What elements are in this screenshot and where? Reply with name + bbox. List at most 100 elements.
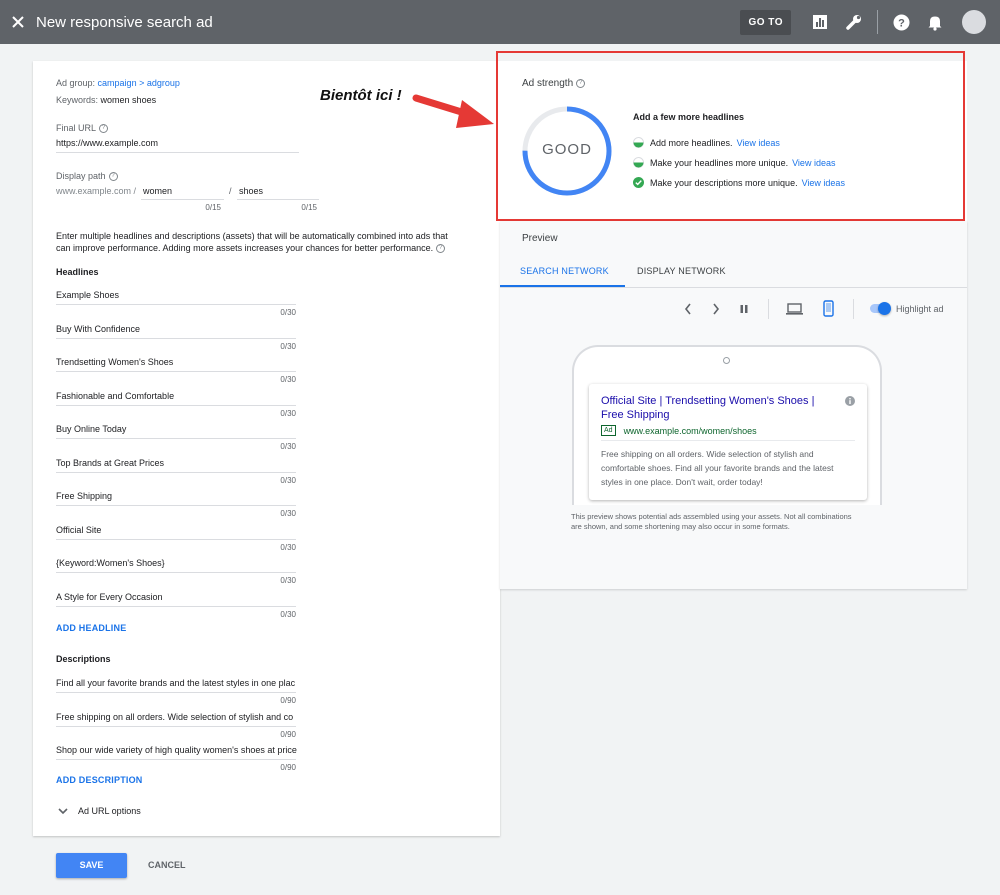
ad-preview: Official Site | Trendsetting Women's Sho… [589, 384, 867, 500]
headline-input[interactable]: Buy Online Today [56, 424, 126, 434]
preview-note-line-2: are shown, and some shortening may also … [571, 522, 790, 531]
help-icon[interactable]: ? [891, 12, 911, 32]
ad-desc-line-2: comfortable shoes. Find all your favorit… [601, 463, 834, 473]
headline-counter: 0/30 [280, 308, 296, 317]
headline-underline [56, 438, 296, 439]
help-circle-icon[interactable]: ? [99, 124, 109, 134]
close-icon[interactable] [2, 0, 34, 44]
ad-description: Free shipping on all orders. Wide select… [601, 447, 833, 489]
headline-input[interactable]: Fashionable and Comfortable [56, 391, 174, 401]
toggle-knob [878, 302, 891, 315]
controls-divider [768, 299, 769, 319]
path2-input[interactable]: shoes [239, 186, 263, 196]
active-tab-indicator [500, 285, 625, 287]
headline-input[interactable]: {Keyword:Women's Shoes} [56, 558, 165, 568]
go-to-button[interactable]: GO TO [740, 9, 791, 35]
tab-search-network[interactable]: SEARCH NETWORK [520, 266, 609, 276]
toolbar-divider [877, 10, 878, 34]
keywords-label: Keywords: [56, 95, 99, 105]
headline-counter: 0/30 [280, 408, 296, 418]
help-circle-icon[interactable]: ? [108, 172, 118, 182]
headline-input[interactable]: Free Shipping [56, 491, 112, 501]
avatar[interactable] [962, 10, 986, 34]
help-circle-icon[interactable]: ? [436, 244, 446, 254]
description-counter: 0/90 [280, 729, 296, 739]
headline-counter: 0/30 [280, 509, 296, 518]
desktop-icon[interactable] [786, 303, 803, 315]
ad-url-options-toggle[interactable]: Ad URL options [58, 806, 141, 816]
description-underline [56, 759, 296, 760]
headline-input[interactable]: Buy With Confidence [56, 324, 140, 334]
svg-text:?: ? [898, 17, 905, 29]
display-path-label-row: Display path? [56, 171, 118, 182]
ad-display-url: www.example.com/women/shoes [623, 425, 757, 436]
ad-headline-line-2: Free Shipping [601, 409, 670, 421]
ad-desc-line-1: Free shipping on all orders. Wide select… [601, 449, 814, 459]
highlight-ad-label: Highlight ad [896, 304, 944, 314]
mobile-icon[interactable] [823, 300, 834, 317]
reports-icon[interactable] [810, 12, 830, 32]
chevron-left-icon[interactable] [684, 303, 692, 315]
headline-input[interactable]: Official Site [56, 525, 101, 535]
cancel-button[interactable]: CANCEL [148, 860, 186, 870]
ad-group-label: Ad group: [56, 78, 96, 88]
preview-note-line-1: This preview shows potential ads assembl… [571, 512, 852, 521]
preview-title: Preview [522, 233, 558, 244]
headline-counter: 0/30 [280, 341, 296, 351]
headline-input[interactable]: Example Shoes [56, 290, 119, 300]
annotation-text: Bientôt ici ! [320, 87, 402, 104]
pause-icon[interactable] [739, 304, 749, 314]
info-icon[interactable] [845, 396, 855, 406]
description-counter: 0/90 [280, 696, 296, 705]
tab-display-network[interactable]: DISPLAY NETWORK [637, 266, 726, 276]
headline-underline [56, 371, 296, 372]
headline-underline [56, 505, 296, 506]
headline-underline [56, 538, 296, 540]
final-url-label: Final URL [56, 123, 97, 133]
ad-group-link[interactable]: campaign > adgroup [98, 78, 180, 88]
description-input[interactable]: Find all your favorite brands and the la… [56, 678, 298, 688]
phone-camera [723, 357, 730, 364]
path-separator: / [229, 186, 232, 196]
path1-input[interactable]: women [143, 186, 172, 196]
headline-counter: 0/30 [280, 475, 296, 485]
headline-counter: 0/30 [280, 609, 296, 619]
phone-frame: Official Site | Trendsetting Women's Sho… [572, 345, 882, 505]
tools-wrench-icon[interactable] [844, 12, 864, 32]
headline-input[interactable]: Trendsetting Women's Shoes [56, 357, 173, 367]
highlight-box [496, 51, 965, 221]
headline-underline [56, 605, 296, 607]
final-url-underline [56, 152, 299, 153]
intro-text: Enter multiple headlines and description… [56, 230, 448, 254]
highlight-ad-toggle[interactable] [870, 302, 891, 315]
path1-underline [141, 199, 224, 200]
bell-icon[interactable] [925, 12, 945, 32]
intro-line-1: Enter multiple headlines and description… [56, 231, 448, 241]
description-input[interactable]: Shop our wide variety of high quality wo… [56, 745, 298, 755]
add-headline-button[interactable]: ADD HEADLINE [56, 623, 126, 633]
path2-counter: 0/15 [301, 203, 317, 212]
add-description-button[interactable]: ADD DESCRIPTION [56, 775, 143, 785]
display-path-prefix: www.example.com / [56, 186, 137, 196]
ad-headline[interactable]: Official Site | Trendsetting Women's Sho… [601, 394, 814, 422]
page-title: New responsive search ad [36, 13, 213, 31]
headline-input[interactable]: Top Brands at Great Prices [56, 458, 164, 468]
save-button[interactable]: SAVE [56, 853, 127, 878]
ad-divider [601, 440, 855, 441]
keywords-value: women shoes [100, 95, 157, 105]
headline-underline [56, 404, 296, 406]
path1-counter: 0/15 [205, 203, 221, 212]
description-underline [56, 692, 296, 693]
final-url-input[interactable]: https://www.example.com [56, 138, 158, 148]
headline-input[interactable]: A Style for Every Occasion [56, 592, 163, 602]
intro-line-2-row: can improve performance. Adding more ass… [56, 242, 448, 254]
headline-counter: 0/30 [280, 442, 296, 451]
headline-underline [56, 304, 296, 305]
red-arrow-icon [412, 94, 494, 128]
headline-underline [56, 471, 296, 473]
chevron-right-icon[interactable] [712, 303, 720, 315]
ad-url-row: Ad www.example.com/women/shoes [601, 425, 757, 436]
headline-counter: 0/30 [280, 576, 296, 585]
ad-group-row: Ad group: campaign > adgroup [56, 78, 180, 88]
description-input[interactable]: Free shipping on all orders. Wide select… [56, 712, 298, 722]
